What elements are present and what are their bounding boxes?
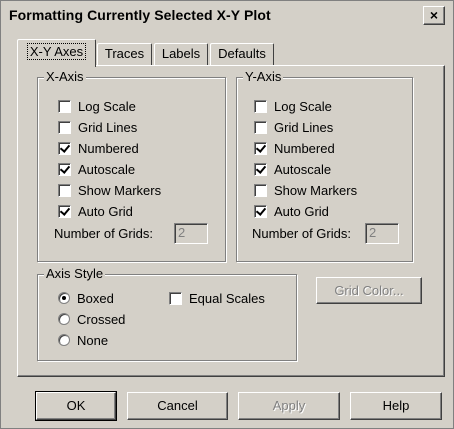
- grid-color-button-label: Grid Color...: [334, 283, 404, 298]
- y-grid-lines-checkbox[interactable]: Grid Lines: [254, 118, 333, 136]
- checkbox-box[interactable]: [254, 183, 267, 197]
- checkbox-box[interactable]: [254, 204, 267, 218]
- x-show-markers-checkbox[interactable]: Show Markers: [58, 181, 161, 199]
- tab-label: Traces: [104, 46, 145, 61]
- checkbox-label: Log Scale: [274, 98, 332, 114]
- checkbox-box[interactable]: [254, 162, 267, 176]
- help-button-label: Help: [382, 398, 410, 413]
- x-grid-lines-checkbox[interactable]: Grid Lines: [58, 118, 137, 136]
- close-icon: ×: [429, 7, 439, 23]
- checkbox-label: Log Scale: [78, 98, 136, 114]
- tab-label: Defaults: [218, 46, 266, 61]
- y-axis-group: Y-Axis Log Scale Grid Lines Numbered Aut…: [236, 69, 413, 262]
- y-log-scale-checkbox[interactable]: Log Scale: [254, 97, 332, 115]
- checkbox-box[interactable]: [254, 141, 267, 155]
- checkbox-label: Numbered: [274, 140, 335, 156]
- checkbox-box[interactable]: [254, 99, 267, 113]
- x-log-scale-checkbox[interactable]: Log Scale: [58, 97, 136, 115]
- y-auto-grid-checkbox[interactable]: Auto Grid: [254, 202, 329, 220]
- tab-labels[interactable]: Labels: [154, 43, 208, 65]
- tab-label: Labels: [161, 46, 201, 61]
- checkbox-label: Grid Lines: [78, 119, 138, 135]
- x-auto-grid-checkbox[interactable]: Auto Grid: [58, 202, 133, 220]
- tab-panel: X-Axis Log Scale Grid Lines Numbered Aut…: [17, 65, 445, 377]
- radio-label: None: [77, 332, 109, 348]
- apply-button[interactable]: Apply: [238, 392, 340, 420]
- checkbox-box[interactable]: [58, 204, 71, 218]
- y-numbered-checkbox[interactable]: Numbered: [254, 139, 335, 157]
- grid-color-button[interactable]: Grid Color...: [316, 277, 422, 304]
- dialog-window: Formatting Currently Selected X-Y Plot ×…: [0, 0, 454, 429]
- y-number-of-grids-input[interactable]: 2: [365, 223, 399, 244]
- apply-button-label: Apply: [272, 398, 306, 413]
- close-button[interactable]: ×: [423, 6, 445, 25]
- tab-defaults[interactable]: Defaults: [210, 43, 274, 65]
- checkbox-label: Equal Scales: [189, 290, 265, 306]
- tab-x-y-axes[interactable]: X-Y Axes: [17, 39, 96, 67]
- checkbox-label: Numbered: [78, 140, 139, 156]
- ok-button-label: OK: [66, 398, 86, 413]
- checkbox-label: Auto Grid: [274, 203, 329, 219]
- axis-style-group-title: Axis Style: [44, 266, 106, 282]
- checkbox-label: Show Markers: [274, 182, 358, 198]
- checkbox-box[interactable]: [254, 120, 267, 134]
- y-autoscale-checkbox[interactable]: Autoscale: [254, 160, 331, 178]
- x-axis-group-title: X-Axis: [44, 69, 86, 85]
- tab-label: X-Y Axes: [26, 43, 87, 60]
- radio-button[interactable]: [58, 334, 70, 346]
- radio-button[interactable]: [58, 292, 70, 304]
- checkbox-label: Grid Lines: [274, 119, 334, 135]
- checkbox-box[interactable]: [58, 162, 71, 176]
- y-number-of-grids-label: Number of Grids:: [252, 226, 351, 241]
- checkbox-box[interactable]: [58, 141, 71, 155]
- checkbox-label: Autoscale: [78, 161, 136, 177]
- equal-scales-checkbox[interactable]: Equal Scales: [169, 289, 265, 307]
- cancel-button[interactable]: Cancel: [127, 392, 228, 420]
- tab-traces[interactable]: Traces: [97, 43, 152, 65]
- checkbox-box[interactable]: [58, 99, 71, 113]
- radio-button[interactable]: [58, 313, 70, 325]
- x-number-of-grids-label: Number of Grids:: [54, 226, 153, 241]
- x-number-of-grids-input[interactable]: 2: [174, 223, 208, 244]
- y-show-markers-checkbox[interactable]: Show Markers: [254, 181, 357, 199]
- axis-style-group: Axis Style Boxed Crossed None Equal Scal…: [37, 266, 297, 361]
- x-axis-group: X-Axis Log Scale Grid Lines Numbered Aut…: [37, 69, 226, 262]
- axis-style-crossed-radio[interactable]: Crossed: [58, 310, 125, 328]
- title-bar: Formatting Currently Selected X-Y Plot ×: [3, 3, 451, 27]
- radio-label: Boxed: [77, 290, 114, 306]
- ok-button[interactable]: OK: [35, 391, 117, 421]
- checkbox-box[interactable]: [58, 120, 71, 134]
- axis-style-boxed-radio[interactable]: Boxed: [58, 289, 114, 307]
- window-title: Formatting Currently Selected X-Y Plot: [9, 7, 271, 23]
- y-axis-group-title: Y-Axis: [243, 69, 284, 85]
- help-button[interactable]: Help: [350, 392, 442, 420]
- checkbox-box[interactable]: [169, 291, 182, 305]
- x-numbered-checkbox[interactable]: Numbered: [58, 139, 139, 157]
- cancel-button-label: Cancel: [157, 398, 198, 413]
- checkbox-label: Auto Grid: [78, 203, 133, 219]
- axis-style-none-radio[interactable]: None: [58, 331, 108, 349]
- radio-label: Crossed: [77, 311, 126, 327]
- checkbox-box[interactable]: [58, 183, 71, 197]
- x-autoscale-checkbox[interactable]: Autoscale: [58, 160, 135, 178]
- checkbox-label: Autoscale: [274, 161, 332, 177]
- checkbox-label: Show Markers: [78, 182, 162, 198]
